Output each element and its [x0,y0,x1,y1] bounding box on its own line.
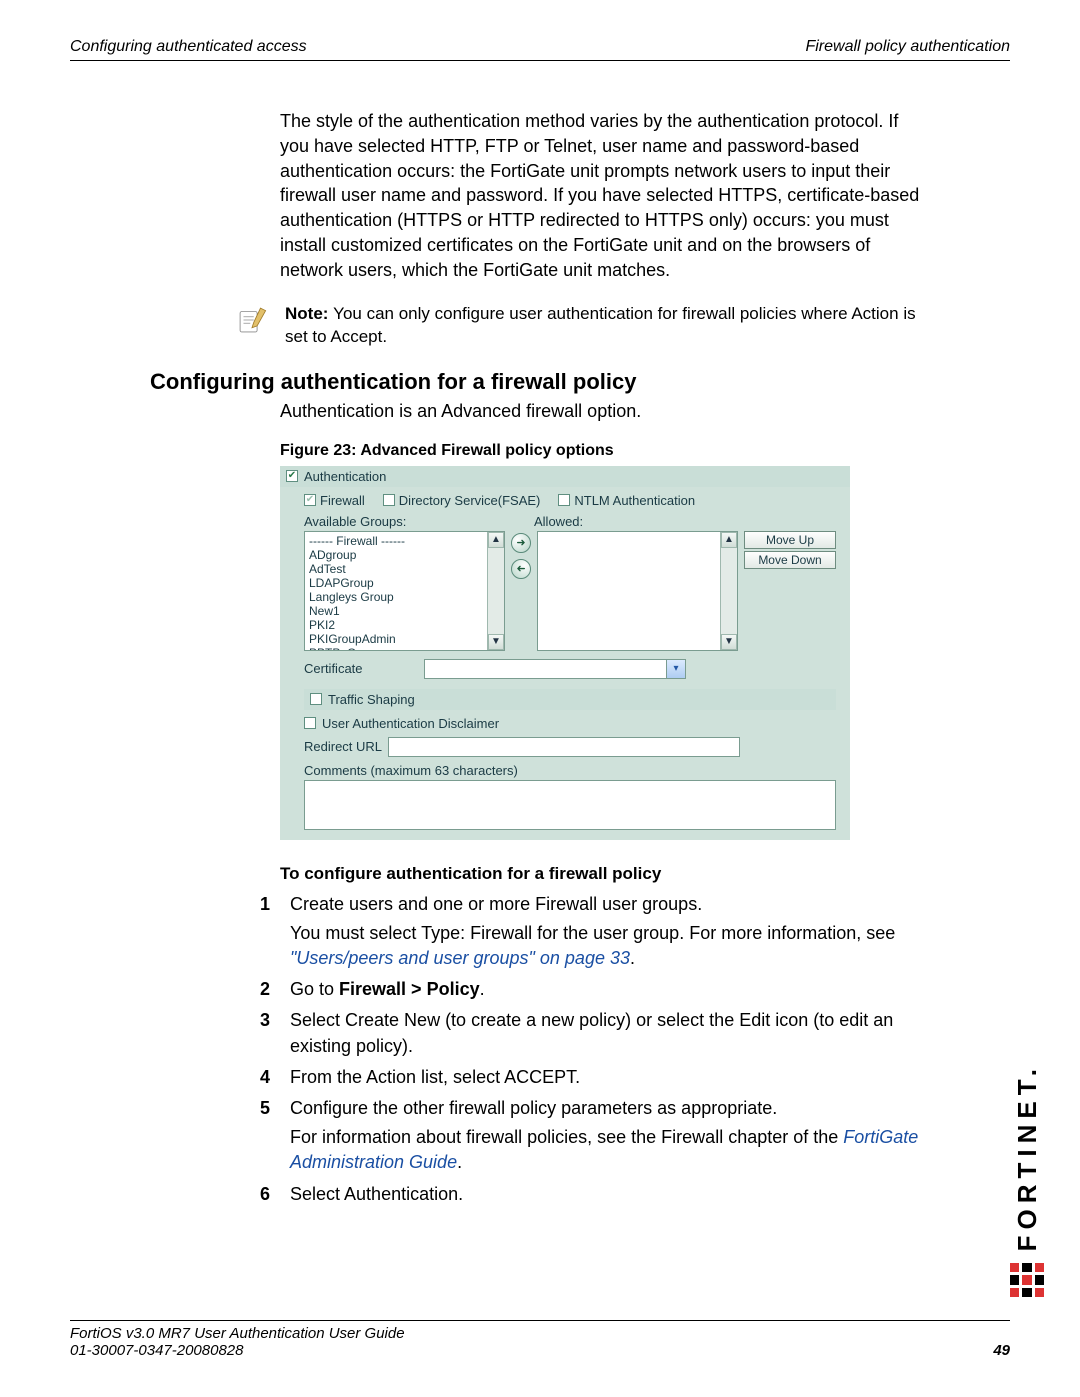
list-item[interactable]: PKIGroupAdmin [309,632,500,646]
available-groups-listbox[interactable]: ------ Firewall ------ ADgroup AdTest LD… [304,531,505,651]
list-item[interactable]: ADgroup [309,548,500,562]
available-groups-label: Available Groups: [304,514,534,529]
traffic-shaping-checkbox[interactable] [310,693,322,705]
step-text: Select Authentication. [290,1182,920,1207]
remove-arrow-button[interactable]: ➜ [511,559,531,579]
fortinet-logo-text: FORTINET. [1012,1063,1043,1251]
page-number: 49 [993,1342,1010,1359]
move-up-button[interactable]: Move Up [744,531,836,549]
fortinet-logo: FORTINET. [1010,1063,1044,1297]
footer-guide-title: FortiOS v3.0 MR7 User Authentication Use… [70,1325,405,1342]
list-item[interactable]: PKI2 [309,618,500,632]
comments-label: Comments (maximum 63 characters) [304,763,518,778]
move-down-button[interactable]: Move Down [744,551,836,569]
list-item[interactable]: AdTest [309,562,500,576]
figure-caption: Figure 23: Advanced Firewall policy opti… [280,442,1010,460]
footer-doc-id: 01-30007-0347-20080828 [70,1342,405,1359]
intro-paragraph: The style of the authentication method v… [280,109,920,283]
step-text: For information about firewall policies,… [290,1127,843,1147]
ntlm-type-checkbox[interactable] [558,494,570,506]
fortinet-logo-icon [1010,1263,1044,1297]
users-peers-link[interactable]: "Users/peers and user groups" on page 33 [290,948,630,968]
step-text: . [480,979,485,999]
scrollbar[interactable]: ▲ ▼ [487,532,504,650]
step-number: 4 [260,1065,290,1090]
note-body: You can only configure user authenticati… [285,304,916,346]
ntlm-type-label: NTLM Authentication [574,493,695,508]
redirect-url-input[interactable] [388,737,740,757]
certificate-dropdown[interactable]: ▾ [424,659,686,679]
allowed-label: Allowed: [534,514,583,529]
directory-type-label: Directory Service(FSAE) [399,493,541,508]
user-auth-disclaimer-checkbox[interactable] [304,717,316,729]
header-left: Configuring authenticated access [70,38,307,56]
scroll-up-icon[interactable]: ▲ [488,532,504,548]
redirect-url-label: Redirect URL [304,739,384,754]
step-text: Select Create New (to create a new polic… [290,1008,920,1058]
allowed-groups-listbox[interactable]: ▲ ▼ [537,531,738,651]
scroll-down-icon[interactable]: ▼ [488,634,504,650]
step-text: Configure the other firewall policy para… [290,1096,920,1121]
traffic-shaping-label: Traffic Shaping [328,692,415,707]
certificate-label: Certificate [304,661,414,676]
chevron-down-icon[interactable]: ▾ [666,660,685,678]
section-heading: Configuring authentication for a firewal… [150,369,1010,395]
authentication-checkbox[interactable]: ✔ [286,470,298,482]
firewall-type-checkbox[interactable]: ✔ [304,494,316,506]
list-item[interactable]: PPTP_Group [309,646,500,651]
authentication-label: Authentication [304,469,386,484]
list-item[interactable]: ------ Firewall ------ [309,534,500,548]
step-number: 5 [260,1096,290,1176]
firewall-type-label: Firewall [320,493,365,508]
step-text: From the Action list, select ACCEPT. [290,1065,920,1090]
list-item[interactable]: Langleys Group [309,590,500,604]
scroll-down-icon[interactable]: ▼ [721,634,737,650]
procedure-heading: To configure authentication for a firewa… [280,864,1010,884]
step-text: You must select Type: Firewall for the u… [290,923,895,943]
step-number: 1 [260,892,290,972]
step-text: Go to [290,979,339,999]
step-number: 2 [260,977,290,1002]
note-icon [235,303,269,337]
scroll-up-icon[interactable]: ▲ [721,532,737,548]
user-auth-disclaimer-label: User Authentication Disclaimer [322,716,499,731]
note-prefix: Note: [285,304,333,323]
nav-path: Firewall > Policy [339,979,480,999]
note-text: Note: You can only configure user authen… [285,303,920,349]
intro-line: Authentication is an Advanced firewall o… [280,401,1010,422]
add-arrow-button[interactable]: ➜ [511,533,531,553]
header-right: Firewall policy authentication [805,38,1010,56]
firewall-policy-panel: ✔ Authentication ✔ Firewall Directory Se… [280,466,850,840]
step-number: 3 [260,1008,290,1058]
step-text: . [457,1152,462,1172]
list-item[interactable]: LDAPGroup [309,576,500,590]
step-text: . [630,948,635,968]
list-item[interactable]: New1 [309,604,500,618]
directory-type-checkbox[interactable] [383,494,395,506]
comments-textarea[interactable] [304,780,836,830]
scrollbar[interactable]: ▲ ▼ [720,532,737,650]
step-text: Create users and one or more Firewall us… [290,892,920,917]
step-number: 6 [260,1182,290,1207]
